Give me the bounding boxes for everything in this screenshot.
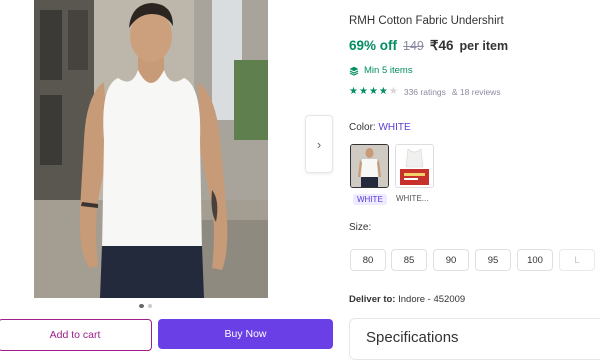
color-option-label[interactable]: WHITE... [396,194,428,203]
original-price: 149 [403,39,424,53]
buy-now-button[interactable]: Buy Now [158,319,333,349]
current-price: ₹46 [429,38,454,53]
carousel-dots[interactable] [139,304,152,308]
selected-color-value: WHITE [378,122,411,133]
deliver-to-label: Deliver to: [349,294,396,305]
ratings-count: 336 ratings [403,87,446,97]
min-items-text: Min 5 items [364,65,413,76]
star-filled-icon: ★ [349,86,358,97]
min-items-badge: Min 5 items [349,65,413,76]
size-option-100[interactable]: 100 [517,249,553,271]
next-image-button[interactable]: › [305,115,333,173]
discount-percent: 69% off [349,38,398,53]
ratings-row[interactable]: ★ ★ ★ ★ ★ 336 ratings & 18 reviews [349,87,501,98]
size-option-85[interactable]: 85 [391,249,427,271]
add-to-cart-label: Add to cart [49,329,101,341]
product-image[interactable] [34,0,268,298]
price-suffix: per item [459,39,509,53]
stack-icon [349,66,359,76]
color-option-white-variant[interactable] [395,144,434,188]
star-empty-icon: ★ [388,86,398,97]
chevron-right-icon: › [316,136,322,152]
rating-stars: ★ ★ ★ ★ ★ [349,87,398,97]
size-option-90[interactable]: 90 [433,249,469,271]
add-to-cart-button[interactable]: Add to cart [0,319,152,351]
buy-now-label: Buy Now [224,328,267,340]
delivery-location: Indore - 452009 [398,294,466,305]
star-filled-icon: ★ [358,86,368,97]
product-title: RMH Cotton Fabric Undershirt [349,15,504,27]
size-option-95[interactable]: 95 [475,249,511,271]
size-option-80[interactable]: 80 [350,249,386,271]
price-row: 69% off 149 ₹46 per item [349,38,508,54]
carousel-dot[interactable] [148,304,152,308]
star-filled-icon: ★ [368,86,378,97]
color-label-text: Color: [349,122,376,133]
size-option-l: L [559,249,595,271]
star-filled-icon: ★ [378,86,388,97]
carousel-dot[interactable] [139,304,144,308]
reviews-count: & 18 reviews [451,87,501,97]
delivery-info[interactable]: Deliver to: Indore - 452009 [349,294,465,305]
size-label: Size: [349,222,372,233]
color-option-white[interactable] [350,144,389,188]
color-label: Color: WHITE [349,122,411,133]
color-option-label[interactable]: WHITE [353,194,387,205]
